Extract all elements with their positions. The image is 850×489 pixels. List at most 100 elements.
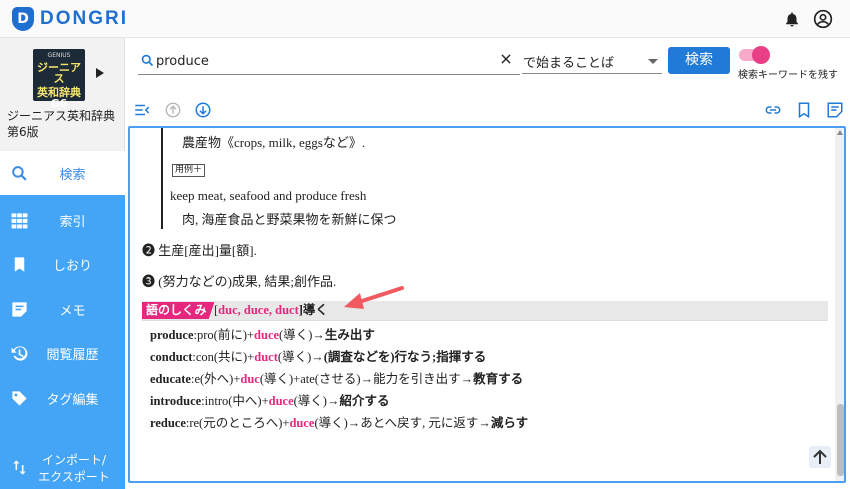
scrollbar-thumb[interactable] — [837, 404, 844, 476]
ety-result: 教育する — [473, 372, 524, 386]
dictionary-cover: GENIUS ジーニアス 英和辞典 G6 — [33, 49, 85, 109]
ety-word[interactable]: educate — [150, 372, 191, 386]
grid-icon — [11, 213, 28, 229]
ety-part-a: :e(外へ)+ — [190, 372, 241, 386]
example-tag[interactable]: 用例＋ — [172, 164, 206, 177]
sidebar: GENIUS ジーニアス 英和辞典 G6 ジーニアス英和辞典 第6版 検索 索引… — [0, 38, 125, 489]
scrollbar[interactable] — [835, 128, 844, 481]
keep-keyword-toggle[interactable] — [739, 46, 770, 64]
example-english: keep meat, seafood and produce fresh — [170, 188, 367, 203]
search-mode-select[interactable]: で始まることば — [522, 50, 662, 74]
nav-tag-edit[interactable]: タグ編集 — [0, 376, 125, 420]
callout-arrow-icon — [344, 286, 404, 309]
dictionary-selector[interactable]: GENIUS ジーニアス 英和辞典 G6 ジーニアス英和辞典 第6版 — [0, 38, 125, 151]
ety-part-b: (導く)+ate(させる)→能力を引き出す→ — [259, 372, 474, 386]
clear-icon[interactable] — [499, 52, 513, 66]
nav-history[interactable]: 閲覧履歴 — [0, 331, 125, 375]
play-arrow-icon[interactable] — [96, 68, 104, 78]
dictionary-name-line1: ジーニアス英和辞典 — [7, 109, 116, 123]
sense-2-text: 生産[産出]量[額]. — [158, 243, 257, 258]
sense-3: ❸ (努力などの)成果, 結果;創作品. — [142, 271, 336, 290]
nav-history-label: 閲覧履歴 — [46, 348, 99, 363]
ety-part-a: :re(元のところへ)+ — [185, 416, 290, 430]
search-input[interactable] — [156, 50, 516, 72]
dictionary-name-line2: 第6版 — [7, 125, 39, 139]
search-button[interactable]: 検索 — [668, 47, 730, 74]
ety-result: 減らす — [490, 416, 529, 430]
bookmark-add-icon[interactable] — [795, 101, 813, 119]
ety-part-a: :pro(前に)+ — [193, 328, 255, 342]
entry-toolbar — [126, 90, 850, 128]
memo-add-icon[interactable] — [826, 101, 844, 119]
import-export-icon — [13, 460, 26, 475]
nav-bookmarks[interactable]: しおり — [0, 242, 125, 286]
ety-part-b: (導く)→ — [293, 394, 340, 408]
sense-2: ❷ 生産[産出]量[額]. — [142, 240, 257, 259]
ety-root: duce — [268, 394, 294, 408]
etymology-title: [duc, duce, duct]導く — [214, 302, 328, 319]
example-japanese: 肉, 海産食品と野菜果物を新鮮に保つ — [182, 212, 397, 227]
dictionary-name: ジーニアス英和辞典 第6版 — [7, 108, 115, 140]
etymology-row: produce:pro(前に)+duce(導く)→生み出す — [150, 324, 375, 343]
ety-word[interactable]: reduce — [150, 416, 186, 430]
scroll-arrow-up-icon[interactable] — [837, 130, 843, 135]
ety-part-a: :intro(中へ)+ — [201, 394, 269, 408]
etymology-header: 語のしくみ [duc, duce, duct]導く — [142, 301, 828, 320]
nav-import-label: インポート/ — [41, 453, 107, 467]
nav-index-label: 索引 — [59, 215, 86, 230]
sense-2-number: ❷ — [142, 243, 156, 258]
entry-panel: 農産物《crops, milk, eggsなど》. 用例＋ keep meat,… — [128, 126, 846, 483]
search-icon — [141, 54, 154, 67]
app-name: DONGRI — [40, 8, 128, 29]
ety-word[interactable]: conduct — [150, 350, 192, 364]
etymology-row: conduct:con(共に)+duct(導く)→(調査などを)行なう;指揮する — [150, 346, 486, 365]
etymology-meaning: ]導く — [298, 303, 328, 317]
search-underline — [138, 74, 520, 75]
etymology-roots: duc, duce, duct — [218, 303, 299, 317]
nav-tag-edit-label: タグ編集 — [46, 393, 99, 408]
ety-result: (調査などを)行なう;指揮する — [323, 350, 487, 364]
back-to-top-button[interactable] — [809, 446, 831, 468]
example-bracket — [161, 128, 163, 229]
dongri-logo[interactable]: D DONGRI — [12, 7, 128, 31]
scroll-down-icon[interactable] — [194, 101, 212, 119]
top-bar: D DONGRI — [0, 0, 850, 38]
ety-result: 生み出す — [324, 328, 375, 342]
arrow-up-icon — [813, 449, 827, 464]
search-bar: で始まることば 検索 検索キーワードを残す — [126, 38, 850, 90]
nav-import-export-label: インポート/ エクスポート — [34, 452, 114, 486]
cover-top-text: GENIUS — [47, 52, 71, 59]
link-icon[interactable] — [764, 101, 782, 119]
cover-line1: ジーニアス — [37, 61, 81, 85]
nav-bookmarks-label: しおり — [52, 259, 92, 274]
etymology-row: introduce:intro(中へ)+duce(導く)→紹介する — [150, 390, 389, 409]
nav-search-label: 検索 — [59, 168, 86, 183]
ety-root: duc — [240, 372, 260, 386]
etymology-badge: 語のしくみ — [142, 302, 215, 319]
nav-search[interactable]: 検索 — [0, 151, 125, 195]
ety-word[interactable]: produce — [150, 328, 194, 342]
ety-word[interactable]: introduce — [150, 394, 201, 408]
nav-import-export[interactable]: インポート/ エクスポート — [0, 443, 125, 489]
account-icon[interactable] — [813, 9, 833, 29]
sense-crops: 農産物《crops, milk, eggsなど》. — [182, 135, 366, 150]
scroll-up-icon[interactable] — [164, 101, 182, 119]
etymology-row: educate:e(外へ)+duc(導く)+ate(させる)→能力を引き出す→教… — [150, 368, 523, 387]
etymology-row: reduce:re(元のところへ)+duce(導く)→あとへ戻す, 元に返す→減… — [150, 412, 528, 431]
ety-part-b: (導く)→ — [279, 328, 325, 342]
nav-memo-label: メモ — [59, 304, 86, 319]
nav-memo[interactable]: メモ — [0, 287, 125, 331]
ety-root: duce — [254, 328, 280, 342]
bell-icon[interactable] — [783, 10, 801, 28]
nav-index[interactable]: 索引 — [0, 198, 125, 242]
toggle-knob — [752, 46, 770, 64]
tag-icon — [12, 391, 27, 406]
history-icon — [11, 346, 28, 361]
chevron-down-icon — [648, 59, 658, 64]
sense-3-number: ❸ — [142, 274, 156, 289]
memo-icon — [12, 302, 27, 317]
bookmark-icon — [14, 257, 25, 272]
ety-part-a: :con(共に)+ — [192, 350, 255, 364]
collapse-menu-icon[interactable] — [133, 101, 151, 119]
ety-root: duct — [254, 350, 278, 364]
